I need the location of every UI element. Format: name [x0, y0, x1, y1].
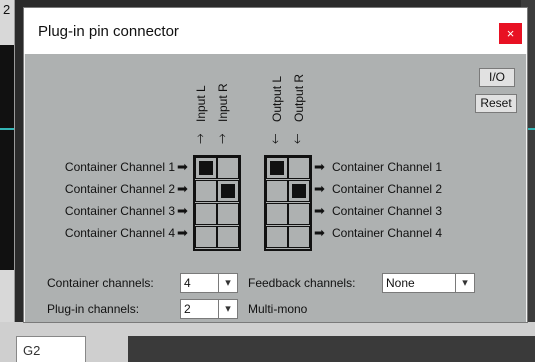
- right-arrow-icon: ➡: [314, 203, 325, 218]
- input-l-label: Input L: [194, 85, 208, 122]
- container-channels-select[interactable]: 4 ▾: [180, 273, 238, 293]
- feedback-channels-label: Feedback channels:: [248, 276, 356, 290]
- output-channel-label: Container Channel 4: [332, 226, 443, 240]
- right-arrow-icon: ➡: [314, 159, 325, 174]
- output-pin-cell[interactable]: [266, 203, 288, 225]
- output-pin-cell[interactable]: [288, 180, 310, 202]
- background-bottom-dark-area: [128, 336, 535, 362]
- output-channel-label: Container Channel 1: [332, 160, 443, 174]
- background-bottom-field: G2: [16, 336, 86, 362]
- input-pin-cell[interactable]: [195, 226, 217, 248]
- container-channels-label: Container channels:: [47, 276, 154, 290]
- input-channel-label: Container Channel 2: [64, 182, 175, 196]
- output-l-label: Output L: [270, 75, 284, 122]
- plugin-channels-select[interactable]: 2 ▾: [180, 299, 238, 319]
- dialog-titlebar[interactable]: Plug-in pin connector ×: [24, 8, 527, 54]
- chevron-down-icon[interactable]: ▾: [218, 300, 237, 318]
- down-arrow-icon: 🡓: [294, 131, 301, 146]
- right-arrow-icon: ➡: [177, 225, 188, 240]
- right-arrow-icon: ➡: [177, 181, 188, 196]
- close-icon[interactable]: ×: [499, 23, 522, 44]
- input-pin-cell[interactable]: [217, 203, 239, 225]
- input-pin-cell[interactable]: [195, 203, 217, 225]
- output-pin-cell[interactable]: [266, 226, 288, 248]
- output-pin-cell[interactable]: [288, 157, 310, 179]
- input-pin-cell[interactable]: [217, 157, 239, 179]
- feedback-channels-select[interactable]: None ▾: [382, 273, 475, 293]
- feedback-channels-value: None: [386, 276, 415, 290]
- plugin-channels-label: Plug-in channels:: [47, 302, 140, 316]
- background-playhead-line: [0, 128, 14, 130]
- output-channel-label: Container Channel 2: [332, 182, 443, 196]
- background-track-number: 2: [3, 2, 11, 17]
- input-pin-cell[interactable]: [217, 226, 239, 248]
- output-pin-cell[interactable]: [288, 226, 310, 248]
- chevron-down-icon[interactable]: ▾: [455, 274, 474, 292]
- input-channel-label: Container Channel 4: [64, 226, 175, 240]
- chevron-down-icon[interactable]: ▾: [218, 274, 237, 292]
- output-channel-label: Container Channel 3: [332, 204, 443, 218]
- dialog-title: Plug-in pin connector: [38, 23, 179, 40]
- input-pin-cell[interactable]: [195, 180, 217, 202]
- output-pin-cell[interactable]: [266, 157, 288, 179]
- container-channels-value: 4: [184, 276, 191, 290]
- reset-button[interactable]: Reset: [475, 94, 517, 113]
- output-pin-cell[interactable]: [288, 203, 310, 225]
- input-channel-label: Container Channel 3: [64, 204, 175, 218]
- input-r-label: Input R: [216, 83, 230, 122]
- output-pin-grid: [264, 155, 312, 251]
- dialog-client-area: I/O Reset Input L Input R 🡑 🡑 Output L O…: [25, 54, 526, 322]
- right-arrow-icon: ➡: [177, 203, 188, 218]
- right-arrow-icon: ➡: [177, 159, 188, 174]
- up-arrow-icon: 🡑: [219, 131, 226, 146]
- input-pin-grid: [193, 155, 241, 251]
- up-arrow-icon: 🡑: [197, 131, 204, 146]
- pin-connector-dialog: Plug-in pin connector × I/O Reset Input …: [23, 7, 528, 323]
- down-arrow-icon: 🡓: [272, 131, 279, 146]
- output-r-label: Output R: [292, 73, 306, 122]
- plugin-channels-value: 2: [184, 302, 191, 316]
- background-track-area: [0, 45, 14, 270]
- output-pin-cell[interactable]: [266, 180, 288, 202]
- right-arrow-icon: ➡: [314, 181, 325, 196]
- multi-mono-label: Multi-mono: [248, 302, 308, 316]
- right-arrow-icon: ➡: [314, 225, 325, 240]
- input-pin-cell[interactable]: [217, 180, 239, 202]
- input-channel-label: Container Channel 1: [64, 160, 175, 174]
- input-pin-cell[interactable]: [195, 157, 217, 179]
- io-button[interactable]: I/O: [479, 68, 515, 87]
